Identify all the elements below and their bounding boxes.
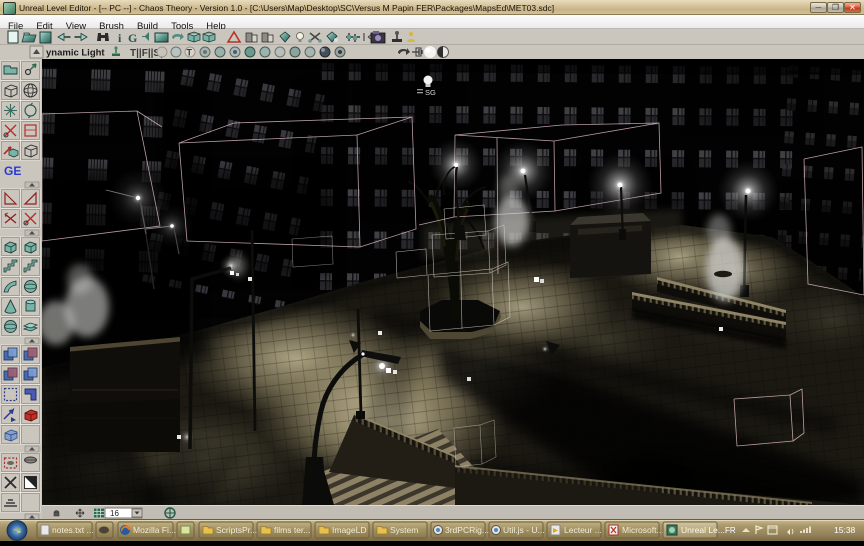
svg-text:ScriptsPr...: ScriptsPr... (216, 525, 257, 535)
svg-text:Unreal Le...: Unreal Le... (681, 525, 725, 535)
svg-text:Mozilla Fi...: Mozilla Fi... (133, 525, 176, 535)
svg-text:16: 16 (110, 509, 119, 518)
svg-text:GE: GE (4, 164, 21, 178)
svg-text:Util.js - U...: Util.js - U... (503, 525, 545, 535)
svg-text:ImageLD: ImageLD (332, 525, 367, 535)
svg-text:3rdPCRig...: 3rdPCRig... (445, 525, 489, 535)
svg-text:notes.txt ...: notes.txt ... (52, 525, 94, 535)
svg-text:FR: FR (725, 526, 736, 535)
svg-text:i: i (118, 31, 122, 45)
svg-text:G: G (128, 31, 137, 45)
svg-text:films ter...: films ter... (274, 525, 310, 535)
svg-text:Microsoft...: Microsoft... (622, 525, 664, 535)
svg-text:SG: SG (425, 88, 436, 97)
svg-text:T: T (187, 48, 193, 58)
svg-text:ynamic Light: ynamic Light (46, 48, 105, 59)
svg-text:System: System (390, 525, 418, 535)
svg-text:15:38: 15:38 (834, 525, 856, 535)
svg-text:Lecteur ...: Lecteur ... (564, 525, 602, 535)
